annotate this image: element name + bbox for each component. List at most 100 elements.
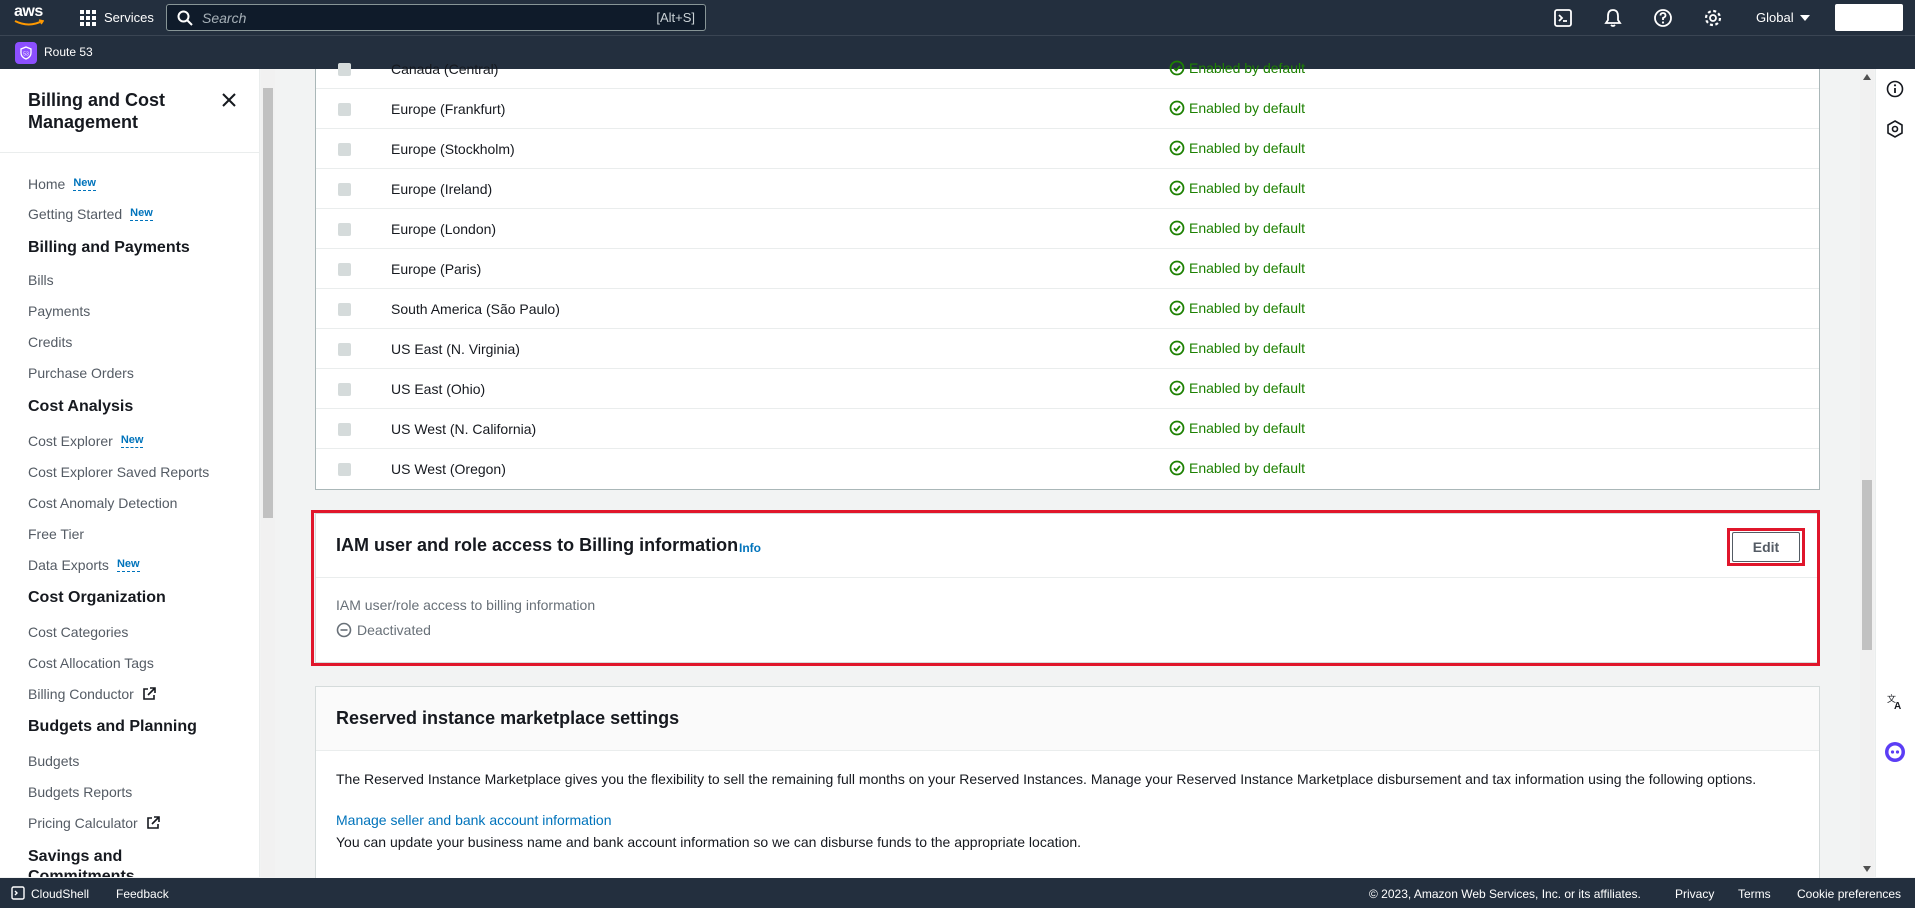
sidebar-item-home[interactable]: Home New [28, 176, 96, 192]
feedback-button[interactable]: Feedback [116, 887, 169, 901]
new-badge: New [130, 207, 153, 221]
sidebar-item-getting-started[interactable]: Getting Started New [28, 206, 153, 222]
grid-icon [80, 9, 96, 26]
svg-text:A: A [1894, 701, 1901, 711]
status-deactivated: Deactivated [336, 622, 431, 638]
sidebar-item-cost-allocation-tags[interactable]: Cost Allocation Tags [28, 655, 154, 671]
hexagon-settings-icon[interactable] [1885, 119, 1905, 139]
sidebar-item-credits[interactable]: Credits [28, 334, 72, 350]
sidebar-item-cost-categories[interactable]: Cost Categories [28, 624, 128, 640]
cloudshell-button[interactable]: CloudShell [31, 887, 89, 901]
privacy-link[interactable]: Privacy [1675, 887, 1714, 901]
main-scrollbar-thumb[interactable] [1862, 480, 1872, 650]
panel-title: Reserved instance marketplace settings [336, 708, 680, 728]
cloudshell-icon[interactable] [1553, 8, 1573, 28]
sidebar-item-purchase-orders[interactable]: Purchase Orders [28, 365, 134, 381]
sidebar-title: Billing and Cost Management [28, 90, 165, 132]
sidebar-item-cost-anomaly-detection[interactable]: Cost Anomaly Detection [28, 495, 177, 511]
row-checkbox[interactable] [338, 423, 351, 436]
sidebar-item-bills[interactable]: Bills [28, 272, 54, 288]
assistant-icon[interactable] [1884, 741, 1906, 763]
row-checkbox[interactable] [338, 63, 351, 76]
region-name: South America (São Paulo) [391, 301, 560, 317]
table-row: US West (N. California) Enabled by defau… [316, 409, 1819, 449]
status-enabled: Enabled by default [1169, 220, 1305, 236]
status-enabled: Enabled by default [1169, 380, 1305, 396]
region-name: Europe (Paris) [391, 261, 482, 277]
sidebar-item-label: Cost Explorer [28, 433, 113, 449]
help-icon[interactable] [1653, 8, 1673, 28]
close-icon[interactable] [220, 91, 238, 109]
bell-icon[interactable] [1603, 8, 1623, 28]
region-label: Global [1756, 10, 1794, 25]
aws-logo[interactable]: aws [14, 4, 46, 30]
region-selector[interactable]: Global [1756, 0, 1810, 35]
sidebar-heading-savings-commitments: Savings and Commitments [28, 848, 135, 877]
route53-shortcut[interactable]: Route 53 [44, 45, 93, 59]
table-row: Canada (Central) Enabled by default [316, 49, 1819, 89]
aws-smile-icon [14, 19, 44, 26]
table-row: Europe (Ireland) Enabled by default [316, 169, 1819, 209]
status-text: Enabled by default [1189, 260, 1305, 276]
check-circle-icon [1169, 300, 1185, 316]
scroll-down-icon[interactable] [1863, 866, 1871, 872]
status-text: Enabled by default [1189, 60, 1305, 76]
regions-table: Canada (Central) Enabled by default Euro… [315, 60, 1820, 490]
row-checkbox[interactable] [338, 303, 351, 316]
iam-billing-access-panel: IAM user and role access to Billing info… [315, 513, 1820, 663]
panel-description: The Reserved Instance Marketplace gives … [336, 771, 1757, 787]
info-link[interactable]: Info [739, 541, 761, 555]
manage-seller-link[interactable]: Manage seller and bank account informati… [336, 812, 612, 828]
account-menu-button[interactable] [1835, 4, 1903, 31]
check-circle-icon [1169, 100, 1185, 116]
row-checkbox[interactable] [338, 223, 351, 236]
panel-header: IAM user and role access to Billing info… [316, 514, 1819, 578]
row-checkbox[interactable] [338, 143, 351, 156]
sidebar-item-cost-explorer[interactable]: Cost Explorer New [28, 433, 144, 449]
search-placeholder: Search [202, 9, 247, 26]
sidebar-item-billing-conductor[interactable]: Billing Conductor [28, 686, 156, 702]
sidebar-item-label: Cost Allocation Tags [28, 655, 154, 671]
panel-title: IAM user and role access to Billing info… [336, 535, 739, 555]
status-text: Enabled by default [1189, 420, 1305, 436]
external-link-icon [146, 816, 160, 829]
region-name: Europe (Stockholm) [391, 141, 515, 157]
status-enabled: Enabled by default [1169, 100, 1305, 116]
row-checkbox[interactable] [338, 263, 351, 276]
sidebar-item-free-tier[interactable]: Free Tier [28, 526, 84, 542]
sidebar-item-payments[interactable]: Payments [28, 303, 90, 319]
region-name: US West (Oregon) [391, 461, 506, 477]
translate-icon[interactable]: 文 A [1885, 691, 1905, 711]
minus-circle-icon [336, 622, 352, 638]
sidebar-item-budgets[interactable]: Budgets [28, 753, 79, 769]
sidebar-item-cost-explorer-saved-reports[interactable]: Cost Explorer Saved Reports [28, 464, 209, 480]
sidebar-item-pricing-calculator[interactable]: Pricing Calculator [28, 815, 160, 831]
row-checkbox[interactable] [338, 383, 351, 396]
terms-link[interactable]: Terms [1738, 887, 1771, 901]
sidebar-item-label: Budgets [28, 753, 80, 769]
services-menu-button[interactable]: Services [80, 0, 154, 35]
cookie-preferences-link[interactable]: Cookie preferences [1797, 887, 1901, 901]
gear-icon[interactable] [1703, 8, 1723, 28]
sidebar-item-data-exports[interactable]: Data Exports New [28, 557, 140, 573]
table-row: Europe (London) Enabled by default [316, 209, 1819, 249]
row-checkbox[interactable] [338, 183, 351, 196]
sidebar-divider [0, 152, 259, 153]
sidebar-item-budgets-reports[interactable]: Budgets Reports [28, 784, 132, 800]
search-input[interactable]: Search [Alt+S] [166, 4, 706, 31]
sidebar-heading-cost-organization: Cost Organization [28, 589, 166, 606]
sidebar-item-label: Budgets Reports [28, 784, 133, 800]
check-circle-icon [1169, 140, 1185, 156]
scroll-up-icon[interactable] [1863, 74, 1871, 80]
status-text: Enabled by default [1189, 180, 1305, 196]
main-scrollbar[interactable] [1860, 69, 1874, 877]
row-checkbox[interactable] [338, 103, 351, 116]
info-icon[interactable] [1885, 79, 1905, 99]
row-checkbox[interactable] [338, 463, 351, 476]
sidebar-item-label: Cost Explorer Saved Reports [28, 464, 210, 480]
sidebar-item-label: Payments [28, 303, 91, 319]
row-checkbox[interactable] [338, 343, 351, 356]
route53-icon[interactable]: 53 [15, 42, 37, 64]
status-text: Enabled by default [1189, 460, 1305, 476]
sidebar-scrollbar-thumb[interactable] [263, 88, 273, 518]
